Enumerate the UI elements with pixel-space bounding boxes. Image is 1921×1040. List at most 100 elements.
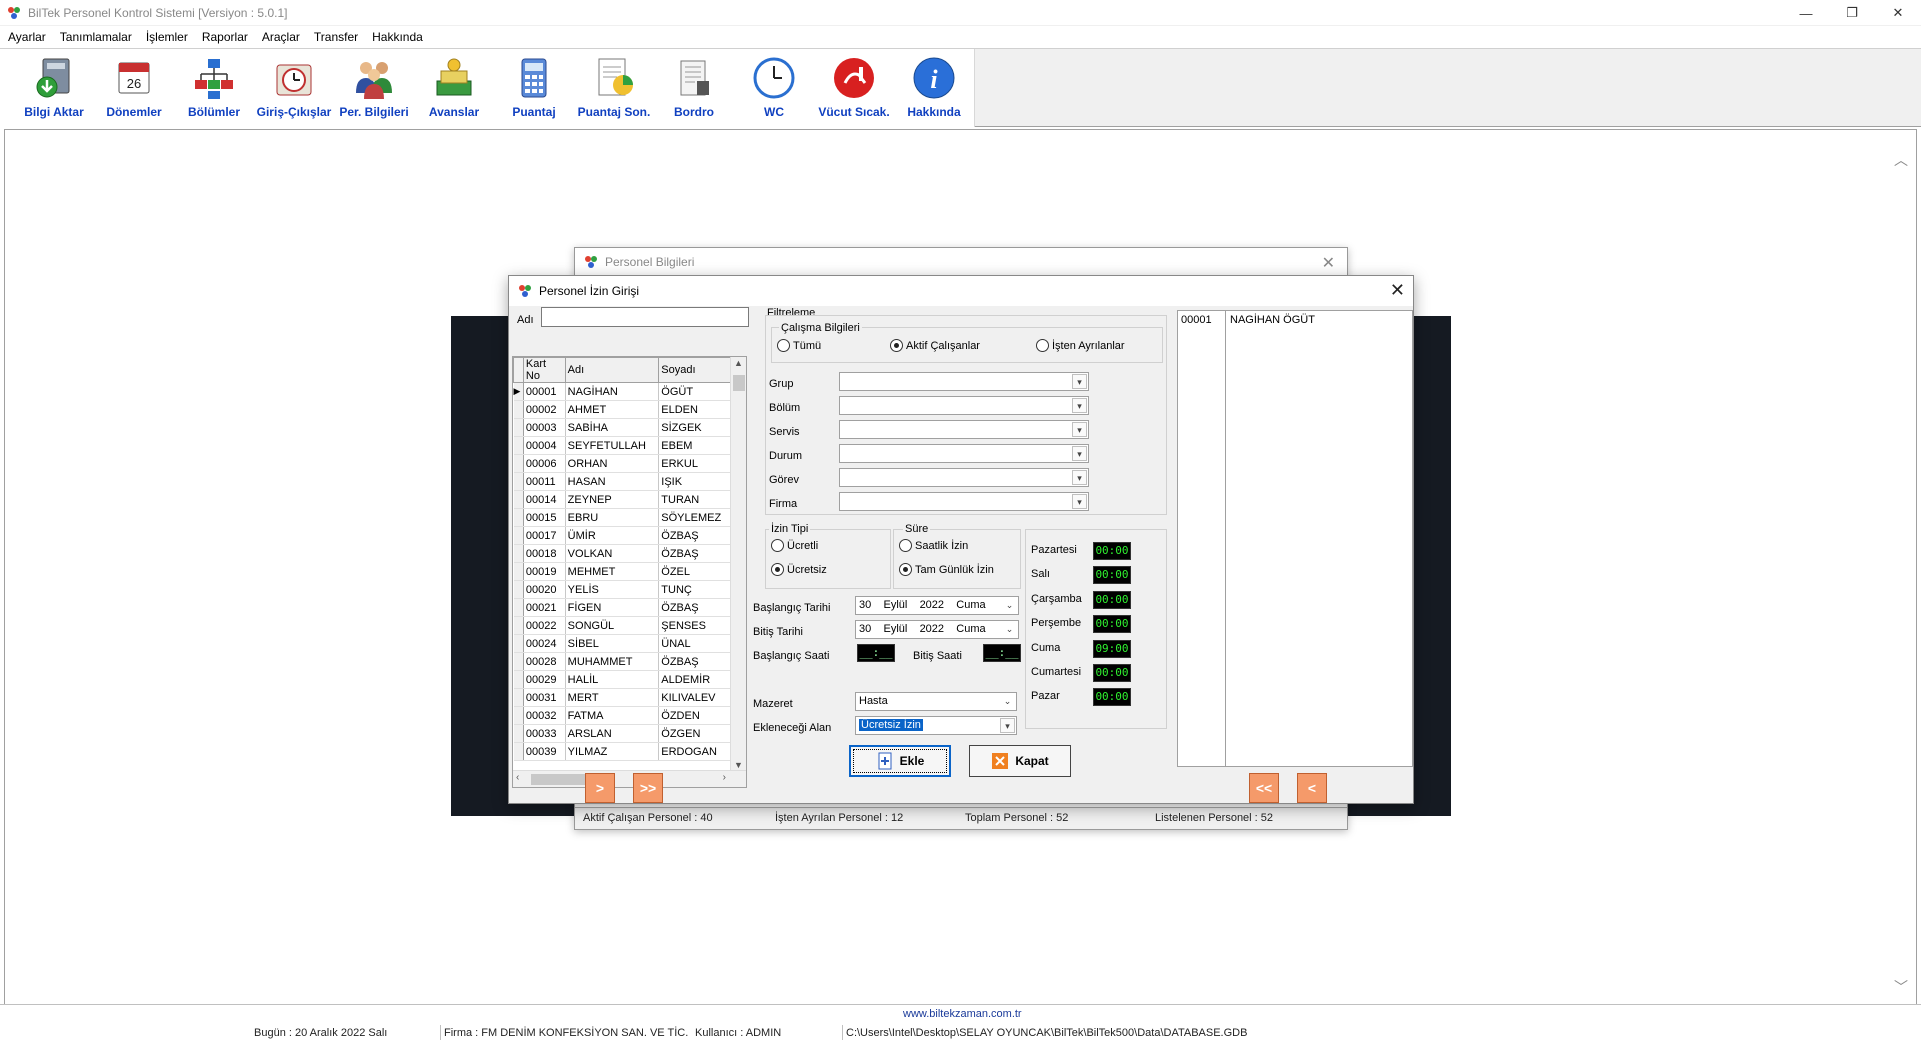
day-hours-input[interactable]: 00:00 [1093,590,1131,609]
start-date-picker[interactable]: 30 Eylül 2022 Cuma ⌄ [855,596,1019,615]
toolbar-puantaj-son-button[interactable]: Puantaj Son. [574,49,654,127]
table-row[interactable]: 00014 ZEYNEP TURAN [513,490,732,509]
excuse-select[interactable]: Hasta ⌄ [855,692,1017,711]
col-kart-no[interactable]: Kart No [522,357,566,383]
end-date-picker[interactable]: 30 Eylül 2022 Cuma ⌄ [855,620,1019,639]
chevron-down-icon: ▾ [1072,470,1087,485]
close-icon[interactable]: ✕ [1390,280,1405,301]
radio-saatlik-izin[interactable]: Saatlik İzin [899,539,968,552]
table-row[interactable]: 00015 EBRU SÖYLEMEZ [513,508,732,527]
menu-ayarlar[interactable]: Ayarlar [8,30,46,44]
table-row[interactable]: 00020 YELİS TUNÇ [513,580,732,599]
field-select[interactable]: Ücretsiz İzin ▾ [855,716,1017,735]
toolbar-bolumler-button[interactable]: Bölümler [174,49,254,127]
servis-select[interactable]: ▾ [839,420,1089,439]
table-row[interactable]: 00032 FATMA ÖZDEN [513,706,732,725]
table-row[interactable]: 00033 ARSLAN ÖZGEN [513,724,732,743]
bolum-select[interactable]: ▾ [839,396,1089,415]
grid-horizontal-scrollbar[interactable]: ‹ › [513,770,746,787]
menu-raporlar[interactable]: Raporlar [202,30,248,44]
remove-all-button[interactable]: << [1249,773,1279,803]
table-row[interactable]: 00021 FİGEN ÖZBAŞ [513,598,732,617]
table-row[interactable]: 00019 MEHMET ÖZEL [513,562,732,581]
toolbar-puantaj-button[interactable]: Puantaj [494,49,574,127]
radio-ucretli[interactable]: Ücretli [771,539,818,552]
toolbar-bilgi-aktar-button[interactable]: Bilgi Aktar [14,49,94,127]
close-window-button[interactable]: ✕ [1875,0,1921,26]
table-row[interactable]: 00028 MUHAMMET ÖZBAŞ [513,652,732,671]
scroll-right-arrow-icon[interactable]: › [723,772,726,783]
scroll-up-icon[interactable]: ︿ [1894,150,1908,170]
gorev-select[interactable]: ▾ [839,468,1089,487]
end-time-input[interactable]: __:__ [983,644,1021,662]
toolbar-avanslar-button[interactable]: Avanslar [414,49,494,127]
toolbar-bordro-button[interactable]: Bordro [654,49,734,127]
scroll-thumb[interactable] [733,375,745,391]
website-link[interactable]: www.biltekzaman.com.tr [903,1008,1022,1020]
day-label: Cuma [1031,641,1061,654]
table-row[interactable]: 00039 YILMAZ ERDOGAN [513,742,732,761]
durum-select[interactable]: ▾ [839,444,1089,463]
radio-aktif-calisanlar[interactable]: Aktif Çalışanlar [890,339,980,352]
menu-hakkinda[interactable]: Hakkında [372,30,423,44]
add-one-button[interactable]: > [585,773,615,803]
table-row[interactable]: 00017 ÜMİR ÖZBAŞ [513,526,732,545]
table-row[interactable]: 00024 SİBEL ÜNAL [513,634,732,653]
toolbar-giris-cikislar-button[interactable]: Giriş-Çıkışlar [254,49,334,127]
status-bar: www.biltekzaman.com.tr Bugün : 20 Aralık… [0,1004,1921,1040]
table-row[interactable]: ▶ 00001 NAGİHAN ÖGÜT [513,382,732,401]
menu-araclar[interactable]: Araçlar [262,30,300,44]
restore-button[interactable]: ❐ [1829,0,1875,26]
table-row[interactable]: 00018 VOLKAN ÖZBAŞ [513,544,732,563]
radio-tumu[interactable]: Tümü [777,339,821,352]
remove-one-button[interactable]: < [1297,773,1327,803]
day-hours-input[interactable]: 00:00 [1093,664,1131,682]
firma-select[interactable]: ▾ [839,492,1089,511]
close-icon[interactable]: ✕ [1322,253,1335,273]
table-row[interactable]: 00002 AHMET ELDEN [513,400,732,419]
toolbar-hakkinda-button[interactable]: i Hakkında [894,49,974,127]
table-row[interactable]: 00031 MERT KILIVALEV [513,688,732,707]
menu-transfer[interactable]: Transfer [314,30,358,44]
add-all-button[interactable]: >> [633,773,663,803]
data-transfer-icon [36,58,70,98]
start-time-input[interactable]: __:__ [857,644,895,662]
radio-isten-ayrilanlar[interactable]: İşten Ayrılanlar [1036,339,1125,352]
name-search-input[interactable] [541,307,749,327]
grid-vertical-scrollbar[interactable]: ▲ ▼ [730,357,746,771]
scroll-down-icon[interactable]: ﹀ [1894,977,1908,997]
scroll-thumb[interactable] [531,774,587,785]
radio-tam-gunluk-izin[interactable]: Tam Günlük İzin [899,563,994,576]
date-day: 30 [859,599,872,611]
scroll-up-arrow-icon[interactable]: ▲ [734,358,743,368]
add-button[interactable]: Ekle [849,745,951,777]
close-button[interactable]: Kapat [969,745,1071,777]
toolbar-vucut-sicak-button[interactable]: Vücut Sıcak. [814,49,894,127]
table-row[interactable]: 00022 SONGÜL ŞENSES [513,616,732,635]
toolbar-wc-button[interactable]: WC [734,49,814,127]
day-hours-input[interactable]: 00:00 [1093,615,1131,634]
grup-select[interactable]: ▾ [839,372,1089,391]
radio-label: Ücretli [787,539,819,552]
menu-islemler[interactable]: İşlemler [146,30,188,44]
toolbar-donemler-button[interactable]: 26 Dönemler [94,49,174,127]
minimize-button[interactable]: — [1783,0,1829,26]
table-row[interactable]: 00003 SABİHA SİZGEK [513,418,732,437]
table-row[interactable]: 00011 HASAN IŞIK [513,472,732,491]
day-hours-input[interactable]: 00:00 [1093,542,1131,560]
scroll-left-arrow-icon[interactable]: ‹ [516,772,519,783]
table-row[interactable]: 00006 ORHAN ERKUL [513,454,732,473]
radio-ucretsiz[interactable]: Ücretsiz [771,563,827,576]
day-hours-input[interactable]: 00:00 [1093,566,1131,585]
col-soyadi[interactable]: Soyadı [658,357,732,383]
selected-personnel-list[interactable]: 00001 NAGİHAN ÖGÜT [1177,310,1413,767]
table-row[interactable]: 00029 HALİL ALDEMİR [513,670,732,689]
day-hours-input[interactable]: 09:00 [1093,639,1131,658]
day-hours-input[interactable]: 00:00 [1093,688,1131,707]
table-row[interactable]: 00004 SEYFETULLAH EBEM [513,436,732,455]
toolbar-per-bilgileri-button[interactable]: Per. Bilgileri [334,49,414,127]
chevron-down-icon: ▾ [1000,718,1015,733]
scroll-down-arrow-icon[interactable]: ▼ [734,760,743,770]
col-adi[interactable]: Adı [564,357,660,383]
menu-tanimlamalar[interactable]: Tanımlamalar [60,30,132,44]
